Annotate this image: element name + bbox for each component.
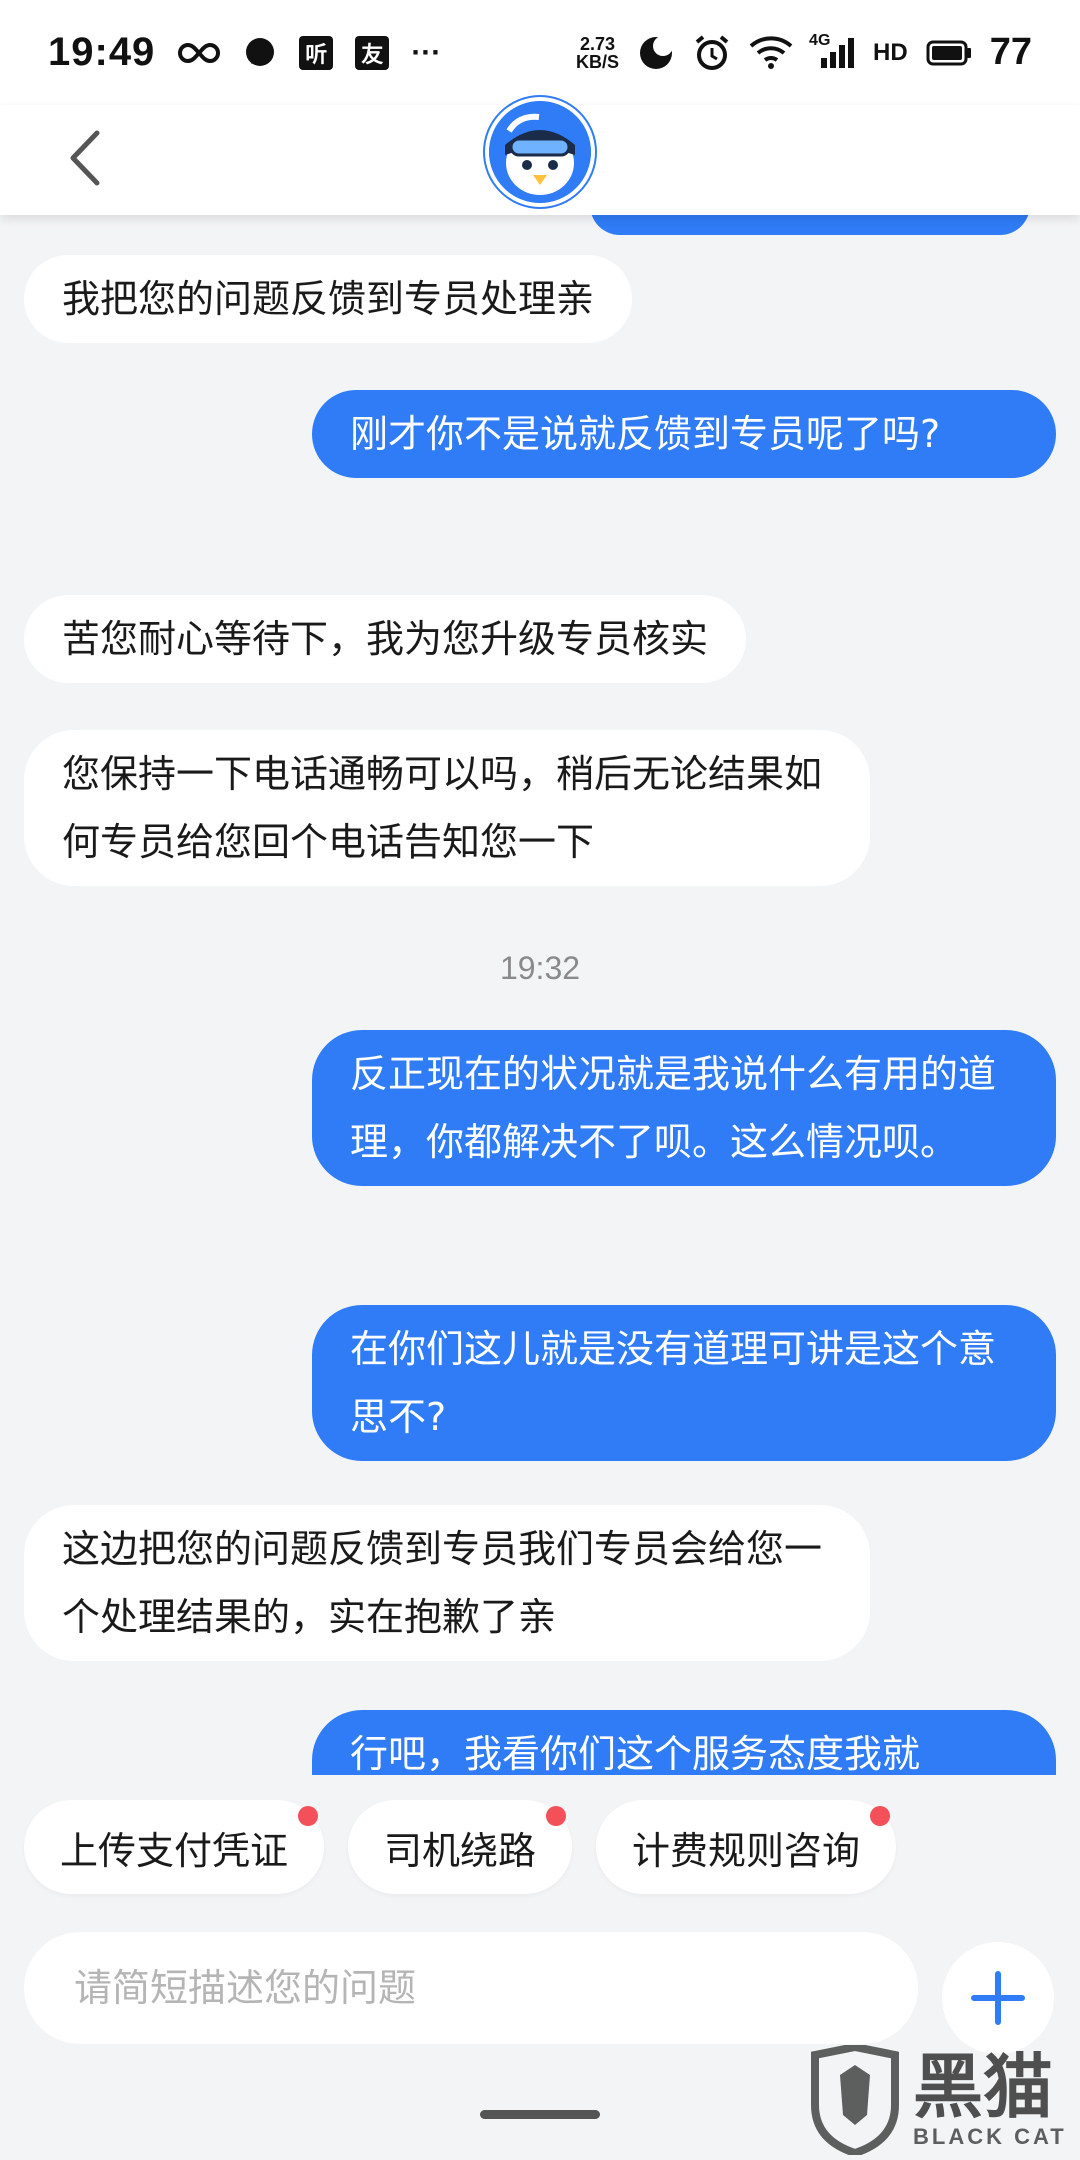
- notification-dot: [546, 1806, 567, 1826]
- network-type: 4G: [809, 31, 831, 49]
- ting-app-icon: 听: [299, 35, 334, 70]
- cellular-signal-icon: 4G: [809, 32, 855, 70]
- status-bar: 19:49 听 友 ··· 2.73 KB/S 4G HD 77: [0, 0, 1080, 105]
- message-bubble-out[interactable]: 刚才你不是说就反馈到专员呢了吗?: [312, 390, 1056, 478]
- chevron-left-icon: [70, 130, 100, 186]
- message-text: 我把您的问题反馈到专员处理亲: [62, 277, 595, 321]
- message-timestamp: 19:32: [499, 950, 581, 986]
- wifi-icon: [749, 35, 793, 70]
- message-bubble-in[interactable]: 这边把您的问题反馈到专员我们专员会给您一个处理结果的，实在抱歉了亲: [24, 1505, 870, 1661]
- plus-icon: [971, 1971, 1025, 2025]
- message-text: 您保持一下电话通畅可以吗，稍后无论结果如何专员给您回个电话告知您一下: [62, 752, 823, 864]
- net-speed-unit: KB/S: [576, 51, 620, 72]
- notification-dot: [870, 1806, 891, 1826]
- message-text: 这边把您的问题反馈到专员我们专员会给您一个处理结果的，实在抱歉了亲: [62, 1527, 823, 1639]
- screen: 19:49 听 友 ··· 2.73 KB/S 4G HD 77 我把您的问题反…: [0, 0, 1080, 2160]
- do-not-disturb-icon: [637, 34, 675, 72]
- quick-reply-label: 上传支付凭证: [60, 1828, 289, 1873]
- message-bubble-out-partial: [590, 215, 1030, 235]
- home-indicator[interactable]: [480, 2110, 600, 2119]
- watermark-en: BLACK CAT: [913, 2124, 1067, 2149]
- agent-avatar[interactable]: [485, 97, 595, 207]
- message-bubble-out[interactable]: 在你们这儿就是没有道理可讲是这个意思不?: [312, 1305, 1056, 1461]
- quick-reply-upload-payment[interactable]: 上传支付凭证: [24, 1800, 325, 1894]
- message-input[interactable]: [74, 1966, 918, 2010]
- quick-reply-fare-rules[interactable]: 计费规则咨询: [596, 1800, 897, 1894]
- back-button[interactable]: [55, 123, 115, 193]
- quick-reply-label: 计费规则咨询: [632, 1828, 861, 1873]
- message-text: 在你们这儿就是没有道理可讲是这个意思不?: [350, 1327, 997, 1439]
- message-input-container: [24, 1932, 918, 2044]
- quick-reply-label: 司机绕路: [384, 1828, 537, 1873]
- alarm-icon: [693, 34, 731, 72]
- battery-level: 77: [989, 31, 1032, 73]
- black-cat-watermark: 黑猫 BLACK CAT: [805, 2040, 1080, 2160]
- message-text: 反正现在的状况就是我说什么有用的道理，你都解决不了呗。这么情况呗。: [350, 1052, 997, 1164]
- quick-replies: 上传支付凭证 司机绕路 计费规则咨询: [24, 1800, 897, 1894]
- message-bubble-out[interactable]: 行吧，我看你们这个服务态度我就: [312, 1710, 1056, 1775]
- hd-voice-indicator: HD: [873, 38, 908, 66]
- message-text: 行吧，我看你们这个服务态度我就: [350, 1732, 921, 1775]
- chat-header: [0, 97, 1080, 215]
- watermark-cn: 黑猫: [913, 2046, 1053, 2128]
- chat-app-icon: [243, 36, 277, 70]
- message-text: 刚才你不是说就反馈到专员呢了吗?: [350, 412, 941, 456]
- plus-button[interactable]: [942, 1942, 1054, 2054]
- chat-messages[interactable]: 我把您的问题反馈到专员处理亲 刚才你不是说就反馈到专员呢了吗? 苦您耐心等待下，…: [0, 215, 1080, 1775]
- infinity-icon: [177, 41, 221, 65]
- message-text: 苦您耐心等待下，我为您升级专员核实: [62, 617, 709, 661]
- message-bubble-in[interactable]: 苦您耐心等待下，我为您升级专员核实: [24, 595, 747, 683]
- you-app-icon: 友: [355, 35, 390, 70]
- message-bubble-out[interactable]: 反正现在的状况就是我说什么有用的道理，你都解决不了呗。这么情况呗。: [312, 1030, 1056, 1186]
- message-bubble-in[interactable]: 我把您的问题反馈到专员处理亲: [24, 255, 633, 343]
- more-notifications-icon: ···: [411, 35, 442, 69]
- battery-icon: [926, 40, 972, 66]
- quick-reply-driver-detour[interactable]: 司机绕路: [348, 1800, 573, 1894]
- penguin-mascot-icon: [489, 101, 591, 203]
- status-time: 19:49: [48, 30, 156, 74]
- net-speed: 2.73 KB/S: [576, 35, 619, 71]
- message-bubble-in[interactable]: 您保持一下电话通畅可以吗，稍后无论结果如何专员给您回个电话告知您一下: [24, 730, 870, 886]
- net-speed-value: 2.73: [580, 33, 616, 54]
- black-cat-logo-icon: [811, 2045, 899, 2155]
- notification-dot: [298, 1806, 319, 1826]
